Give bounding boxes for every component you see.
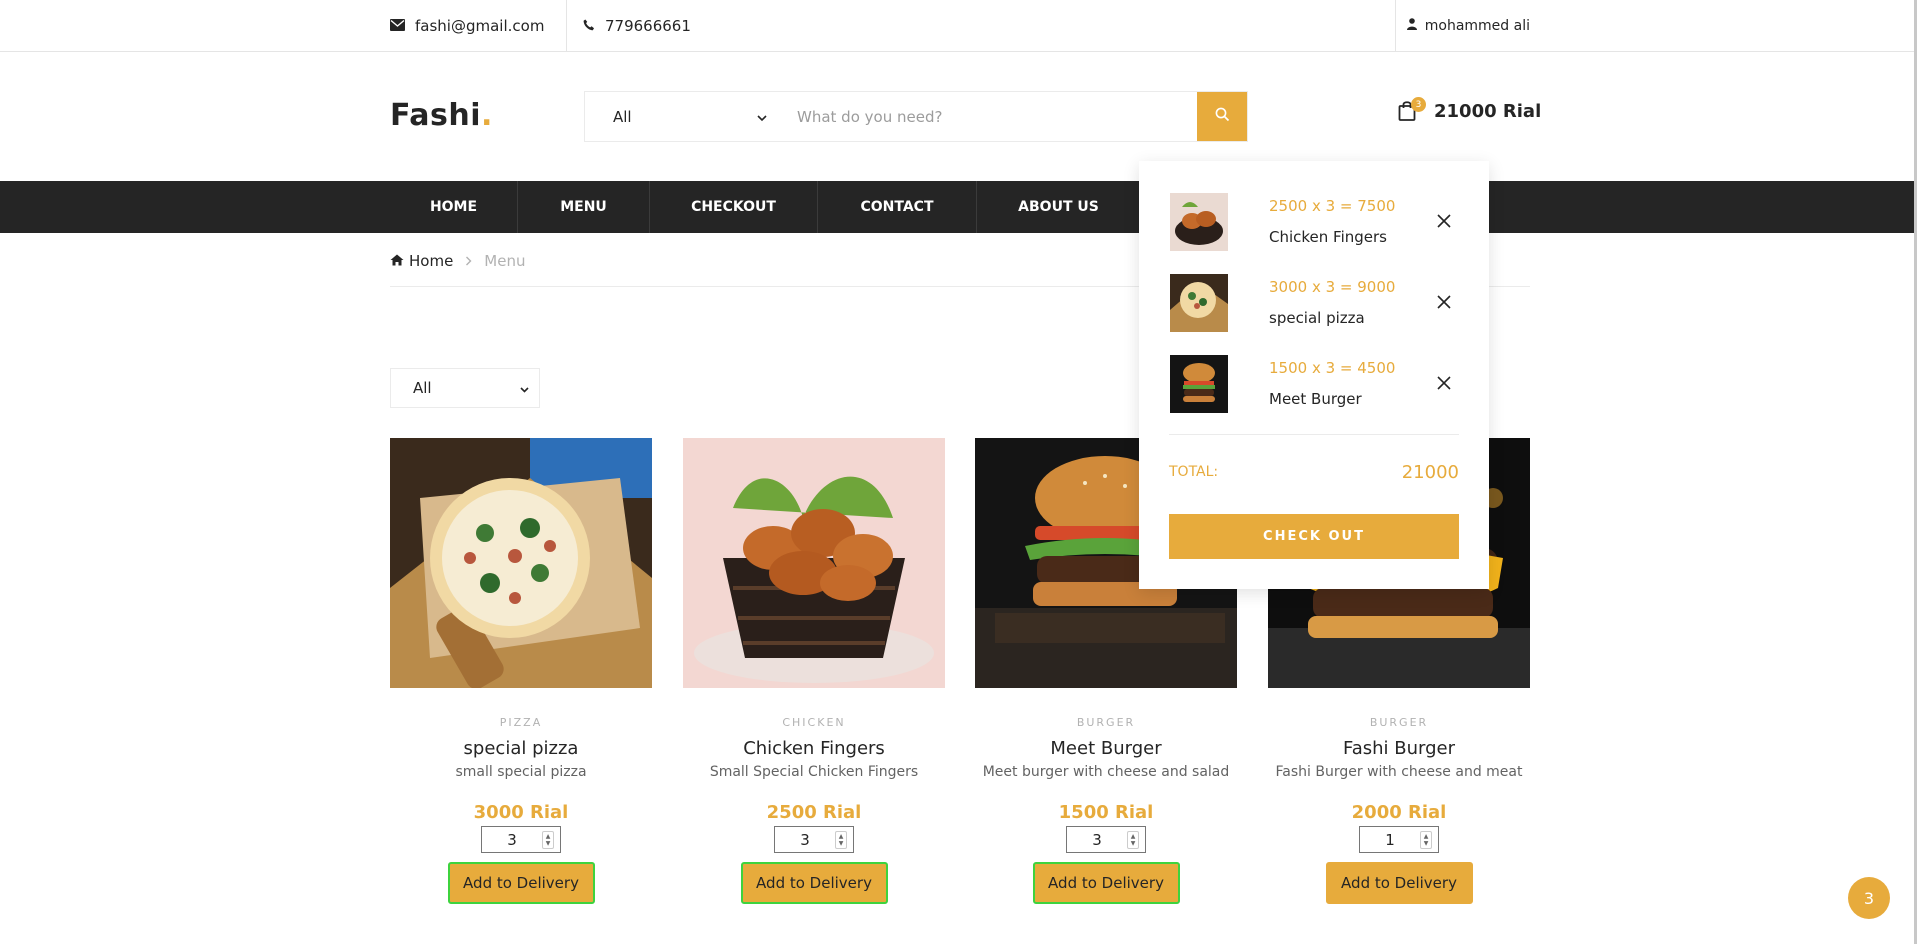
product-description: Fashi Burger with cheese and meat — [1275, 764, 1523, 780]
nav-about-us[interactable]: ABOUT US — [977, 181, 1141, 233]
cart-total-value: 21000 — [1401, 462, 1459, 483]
product-card: CHICKEN Chicken Fingers Small Special Ch… — [683, 438, 945, 904]
shopping-bag-icon: 3 — [1398, 97, 1426, 122]
envelope-icon — [390, 17, 405, 35]
spin-arrows-icon[interactable]: ▲ ▼ — [1127, 830, 1139, 849]
search-category-value: All — [613, 107, 632, 126]
category-filter-value: All — [413, 379, 432, 397]
product-description: Small Special Chicken Fingers — [709, 764, 919, 780]
breadcrumb-home[interactable]: Home — [390, 250, 453, 272]
nav-home[interactable]: HOME — [390, 181, 518, 233]
cart-item-name: Meet Burger — [1269, 390, 1362, 408]
user-icon — [1406, 18, 1417, 34]
product-category: BURGER — [1369, 716, 1429, 729]
top-bar: fashi@gmail.com 779666661 mohammed ali — [0, 0, 1917, 52]
cart-item: 2500 x 3 = 7500 Chicken Fingers — [1170, 193, 1460, 253]
product-category: PIZZA — [499, 716, 543, 729]
spin-arrows-icon[interactable]: ▲ ▼ — [1420, 830, 1432, 849]
cart-item-image — [1170, 355, 1228, 413]
product-category: CHICKEN — [782, 716, 846, 729]
search-input[interactable] — [785, 92, 1197, 141]
cart-item-calculation: 2500 x 3 = 7500 — [1269, 197, 1396, 215]
product-image-pizza[interactable] — [390, 438, 652, 688]
user-account[interactable]: mohammed ali — [1395, 0, 1530, 52]
quantity-value: 3 — [800, 830, 810, 849]
chevron-right-icon — [465, 250, 472, 272]
product-name[interactable]: Meet Burger — [975, 738, 1237, 759]
search-button[interactable] — [1197, 92, 1247, 141]
contact-email: fashi@gmail.com — [390, 0, 568, 52]
floating-cart-badge[interactable]: 3 — [1848, 877, 1890, 919]
quantity-value: 1 — [1385, 830, 1395, 849]
cart-item-calculation: 1500 x 3 = 4500 — [1269, 359, 1396, 377]
quantity-stepper[interactable]: 3 ▲ ▼ — [1066, 826, 1146, 853]
phone-icon — [583, 17, 595, 35]
product-image-chicken[interactable] — [683, 438, 945, 688]
cart-item: 3000 x 3 = 9000 special pizza — [1170, 274, 1460, 334]
nav-contact[interactable]: CONTACT — [818, 181, 977, 233]
product-card: PIZZA special pizza small special pizza … — [390, 438, 652, 904]
cart-total-label: TOTAL: — [1169, 464, 1219, 480]
quantity-value: 3 — [1092, 830, 1102, 849]
spin-arrows-icon[interactable]: ▲ ▼ — [542, 830, 554, 849]
quantity-stepper[interactable]: 3 ▲ ▼ — [481, 826, 561, 853]
header-cart[interactable]: 3 21000 Rial — [1398, 97, 1542, 122]
logo-dot: . — [480, 98, 493, 133]
nav-menu[interactable]: MENU — [518, 181, 650, 233]
search-category-select[interactable]: All — [585, 92, 785, 141]
product-price: 1500 Rial — [1058, 802, 1154, 823]
nav-checkout[interactable]: CHECKOUT — [650, 181, 818, 233]
home-icon — [390, 252, 404, 270]
main-nav: HOME MENU CHECKOUT CONTACT ABOUT US — [0, 181, 1914, 233]
phone-text: 779666661 — [605, 17, 691, 35]
site-logo[interactable]: Fashi. — [390, 98, 493, 133]
close-icon[interactable] — [1434, 211, 1454, 231]
search-bar: All — [584, 91, 1248, 142]
product-description: small special pizza — [455, 764, 587, 780]
close-icon[interactable] — [1434, 292, 1454, 312]
cart-item: 1500 x 3 = 4500 Meet Burger — [1170, 355, 1460, 415]
add-to-delivery-button[interactable]: Add to Delivery — [1032, 862, 1180, 904]
cart-item-name: Chicken Fingers — [1269, 228, 1387, 246]
cart-divider — [1169, 434, 1459, 435]
spin-arrows-icon[interactable]: ▲ ▼ — [835, 830, 847, 849]
contact-phone: 779666661 — [583, 0, 691, 52]
product-name[interactable]: Chicken Fingers — [683, 738, 945, 759]
user-name: mohammed ali — [1424, 18, 1530, 34]
cart-dropdown: 2500 x 3 = 7500 Chicken Fingers 3000 x 3… — [1139, 161, 1489, 589]
product-name[interactable]: special pizza — [390, 738, 652, 759]
cart-item-image — [1170, 274, 1228, 332]
cart-item-image — [1170, 193, 1228, 251]
chevron-down-icon — [757, 108, 767, 126]
category-filter-select[interactable]: All — [390, 368, 540, 408]
product-name[interactable]: Fashi Burger — [1268, 738, 1530, 759]
product-price: 3000 Rial — [473, 802, 569, 823]
close-icon[interactable] — [1434, 373, 1454, 393]
logo-text: Fashi — [390, 98, 481, 133]
quantity-value: 3 — [507, 830, 517, 849]
product-price: 2000 Rial — [1351, 802, 1447, 823]
add-to-delivery-button[interactable]: Add to Delivery — [740, 862, 888, 904]
quantity-stepper[interactable]: 3 ▲ ▼ — [774, 826, 854, 853]
add-to-delivery-button[interactable]: Add to Delivery — [1325, 862, 1473, 904]
product-price: 2500 Rial — [766, 802, 862, 823]
quantity-stepper[interactable]: 1 ▲ ▼ — [1359, 826, 1439, 853]
breadcrumb-home-label: Home — [409, 252, 454, 270]
cart-count-badge: 3 — [1411, 97, 1426, 112]
add-to-delivery-button[interactable]: Add to Delivery — [447, 862, 595, 904]
search-icon — [1215, 107, 1230, 126]
chevron-down-icon — [520, 379, 529, 397]
cart-item-calculation: 3000 x 3 = 9000 — [1269, 278, 1396, 296]
cart-total-price: 21000 Rial — [1434, 100, 1542, 122]
product-description: Meet burger with cheese and salad — [982, 764, 1230, 780]
cart-item-name: special pizza — [1269, 309, 1365, 327]
email-text: fashi@gmail.com — [415, 17, 545, 35]
breadcrumb-current: Menu — [484, 252, 526, 270]
product-category: BURGER — [1076, 716, 1136, 729]
checkout-button[interactable]: CHECK OUT — [1169, 514, 1459, 559]
